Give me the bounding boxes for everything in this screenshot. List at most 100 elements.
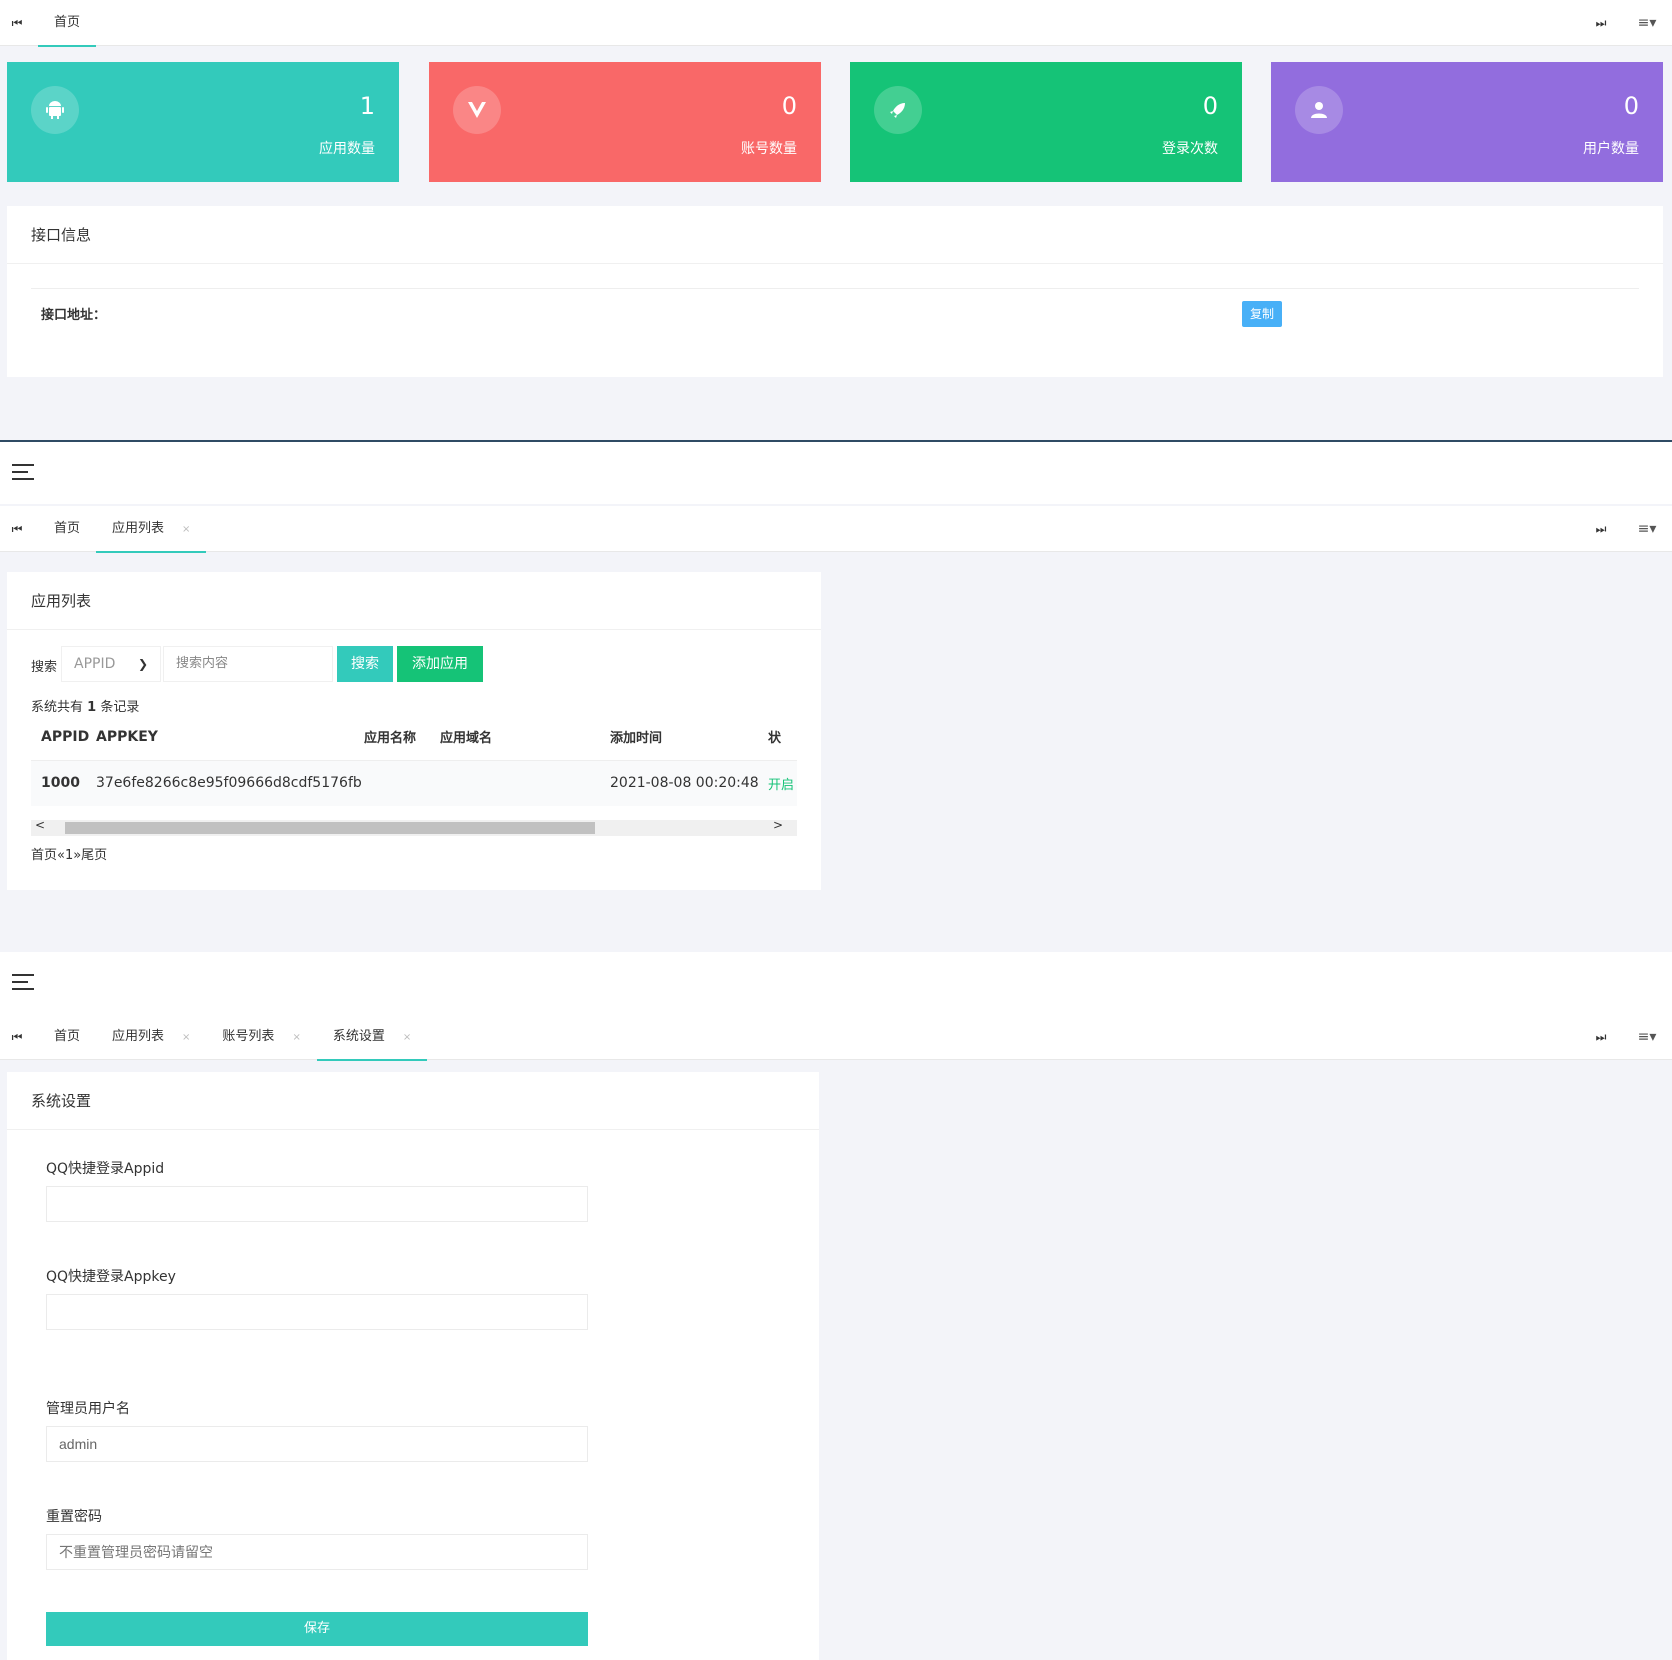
tab-list: 首页 应用列表 × 账号列表 × 系统设置 × xyxy=(38,1014,428,1061)
app-list-card: 应用列表 搜索 APPID ❯ 搜索内容 搜索 添加应用 系统共有 1 条记录 … xyxy=(7,572,821,890)
stat-value: 0 xyxy=(781,92,797,120)
col-appid: APPID xyxy=(41,728,90,745)
stat-value: 0 xyxy=(1202,92,1218,120)
settings-section: ⏮ 首页 应用列表 × 账号列表 × 系统设置 × ⏭ ≡▾ 系统设置 QQ快捷登录A… xyxy=(0,952,1672,1660)
admin-username-input[interactable] xyxy=(46,1426,588,1462)
stat-value: 1 xyxy=(359,92,375,120)
col-status: 状 xyxy=(768,731,782,747)
tab-label: 应用列表 xyxy=(112,1029,165,1044)
search-button[interactable]: 搜索 xyxy=(337,646,393,682)
tab-prev-button[interactable]: ⏮ xyxy=(0,506,34,552)
pagination[interactable]: 首页«1»尾页 xyxy=(31,844,107,863)
tab-app-list[interactable]: 应用列表 × xyxy=(96,1014,206,1060)
search-input[interactable]: 搜索内容 xyxy=(163,646,333,682)
stat-card-apps: 1 应用数量 xyxy=(7,62,399,182)
stat-card-accounts: 0 账号数量 xyxy=(429,62,821,182)
card-title: 接口信息 xyxy=(7,206,1663,264)
record-prefix: 系统共有 xyxy=(31,700,84,715)
cell-appid: 1000 xyxy=(41,775,80,792)
stat-card-users: 0 用户数量 xyxy=(1271,62,1663,182)
admin-username-label: 管理员用户名 xyxy=(46,1401,130,1417)
tab-prev-button[interactable]: ⏮ xyxy=(0,1014,34,1060)
save-button[interactable]: 保存 xyxy=(46,1612,588,1646)
app-list-section: ⏮ 首页 应用列表 × ⏭ ≡▾ 应用列表 搜索 APPID ❯ 搜索内容 搜索 … xyxy=(0,442,1672,952)
tab-settings[interactable]: 系统设置 × xyxy=(316,1014,428,1061)
select-value: APPID xyxy=(74,656,116,672)
col-time: 添加时间 xyxy=(610,731,663,747)
tab-bar: ⏮ 首页 ⏭ ≡▾ xyxy=(0,0,1672,47)
chevron-down-icon: ❯ xyxy=(137,657,148,671)
qq-appid-input[interactable] xyxy=(46,1186,588,1222)
col-appkey: APPKEY xyxy=(96,728,158,745)
qq-appid-label: QQ快捷登录Appid xyxy=(46,1161,165,1177)
search-label: 搜索 xyxy=(31,660,58,675)
qq-appkey-label: QQ快捷登录Appkey xyxy=(46,1269,176,1285)
tab-menu-button[interactable]: ≡▾ xyxy=(1622,0,1672,46)
cell-status[interactable]: 开启 xyxy=(768,760,797,806)
table-header-row: APPID APPKEY 应用名称 应用域名 添加时间 状 xyxy=(31,714,797,760)
search-field-select[interactable]: APPID ❯ xyxy=(61,646,161,682)
horizontal-scrollbar[interactable]: < > xyxy=(31,818,797,836)
stat-card-logins: 0 登录次数 xyxy=(850,62,1242,182)
tab-menu-button[interactable]: ≡▾ xyxy=(1622,506,1672,552)
tab-label: 首页 xyxy=(54,1029,81,1044)
reset-password-label: 重置密码 xyxy=(46,1509,102,1525)
hamburger-icon[interactable] xyxy=(12,464,34,482)
settings-card: 系统设置 QQ快捷登录Appid QQ快捷登录Appkey 管理员用户名 重置密… xyxy=(7,1072,819,1660)
dashboard-section: ⏮ 首页 ⏭ ≡▾ 1 应用数量 0 账号数量 0 登录次数 0 用户数量 接口 xyxy=(0,0,1672,440)
android-icon xyxy=(31,86,79,134)
stat-label: 登录次数 xyxy=(1162,141,1218,157)
rocket-icon xyxy=(874,86,922,134)
card-title: 应用列表 xyxy=(7,572,821,630)
tab-label: 首页 xyxy=(54,15,81,30)
cell-domain xyxy=(440,760,610,806)
tab-next-button[interactable]: ⏭ xyxy=(1584,506,1618,552)
tab-next-button[interactable]: ⏭ xyxy=(1584,0,1618,46)
record-count: 1 xyxy=(87,700,97,715)
tab-app-list[interactable]: 应用列表 × xyxy=(96,506,207,553)
vue-icon xyxy=(453,86,501,134)
tab-home[interactable]: 首页 xyxy=(38,1014,96,1060)
tab-label: 应用列表 xyxy=(112,521,165,536)
scroll-left-icon[interactable]: < xyxy=(35,818,45,832)
tab-home[interactable]: 首页 xyxy=(38,506,96,552)
tab-label: 首页 xyxy=(54,521,81,536)
tab-label: 账号列表 xyxy=(222,1029,275,1044)
app-table-wrap: APPID APPKEY 应用名称 应用域名 添加时间 状 1000 37e6f… xyxy=(31,714,797,814)
add-app-button[interactable]: 添加应用 xyxy=(397,646,483,682)
qq-appkey-input[interactable] xyxy=(46,1294,588,1330)
tab-bar: ⏮ 首页 应用列表 × 账号列表 × 系统设置 × ⏭ ≡▾ xyxy=(0,1014,1672,1061)
tab-next-button[interactable]: ⏭ xyxy=(1584,1014,1618,1060)
close-icon[interactable]: × xyxy=(292,1032,300,1043)
tab-list: 首页 xyxy=(38,0,97,47)
close-icon[interactable]: × xyxy=(182,524,190,535)
card-title: 系统设置 xyxy=(7,1072,819,1130)
app-table: APPID APPKEY 应用名称 应用域名 添加时间 状 1000 37e6f… xyxy=(31,714,797,806)
user-icon xyxy=(1295,86,1343,134)
stat-value: 0 xyxy=(1623,92,1639,120)
copy-button[interactable]: 复制 xyxy=(1242,301,1282,327)
tab-prev-button[interactable]: ⏮ xyxy=(0,0,34,46)
tab-list: 首页 应用列表 × xyxy=(38,506,207,553)
record-count-text: 系统共有 1 条记录 xyxy=(31,696,139,715)
scrollbar-thumb[interactable] xyxy=(65,822,595,834)
hamburger-icon[interactable] xyxy=(12,974,34,992)
close-icon[interactable]: × xyxy=(182,1032,190,1043)
table-row: 1000 37e6fe8266c8e95f09666d8cdf5176fb 20… xyxy=(31,760,797,806)
tab-menu-button[interactable]: ≡▾ xyxy=(1622,1014,1672,1060)
top-header xyxy=(0,952,1672,1014)
tab-home[interactable]: 首页 xyxy=(38,0,97,47)
cell-time: 2021-08-08 00:20:48 xyxy=(610,775,759,792)
cell-appkey: 37e6fe8266c8e95f09666d8cdf5176fb xyxy=(96,775,362,792)
tab-account-list[interactable]: 账号列表 × xyxy=(206,1014,316,1060)
record-suffix: 条记录 xyxy=(100,700,140,715)
stat-label: 账号数量 xyxy=(741,141,797,157)
col-domain: 应用域名 xyxy=(440,731,493,747)
scroll-right-icon[interactable]: > xyxy=(773,818,783,832)
col-name: 应用名称 xyxy=(364,731,417,747)
reset-password-input[interactable] xyxy=(46,1534,588,1570)
top-header xyxy=(0,442,1672,504)
close-icon[interactable]: × xyxy=(403,1032,411,1043)
api-info-card: 接口信息 接口地址： 复制 xyxy=(7,206,1663,377)
stat-label: 应用数量 xyxy=(319,141,375,157)
